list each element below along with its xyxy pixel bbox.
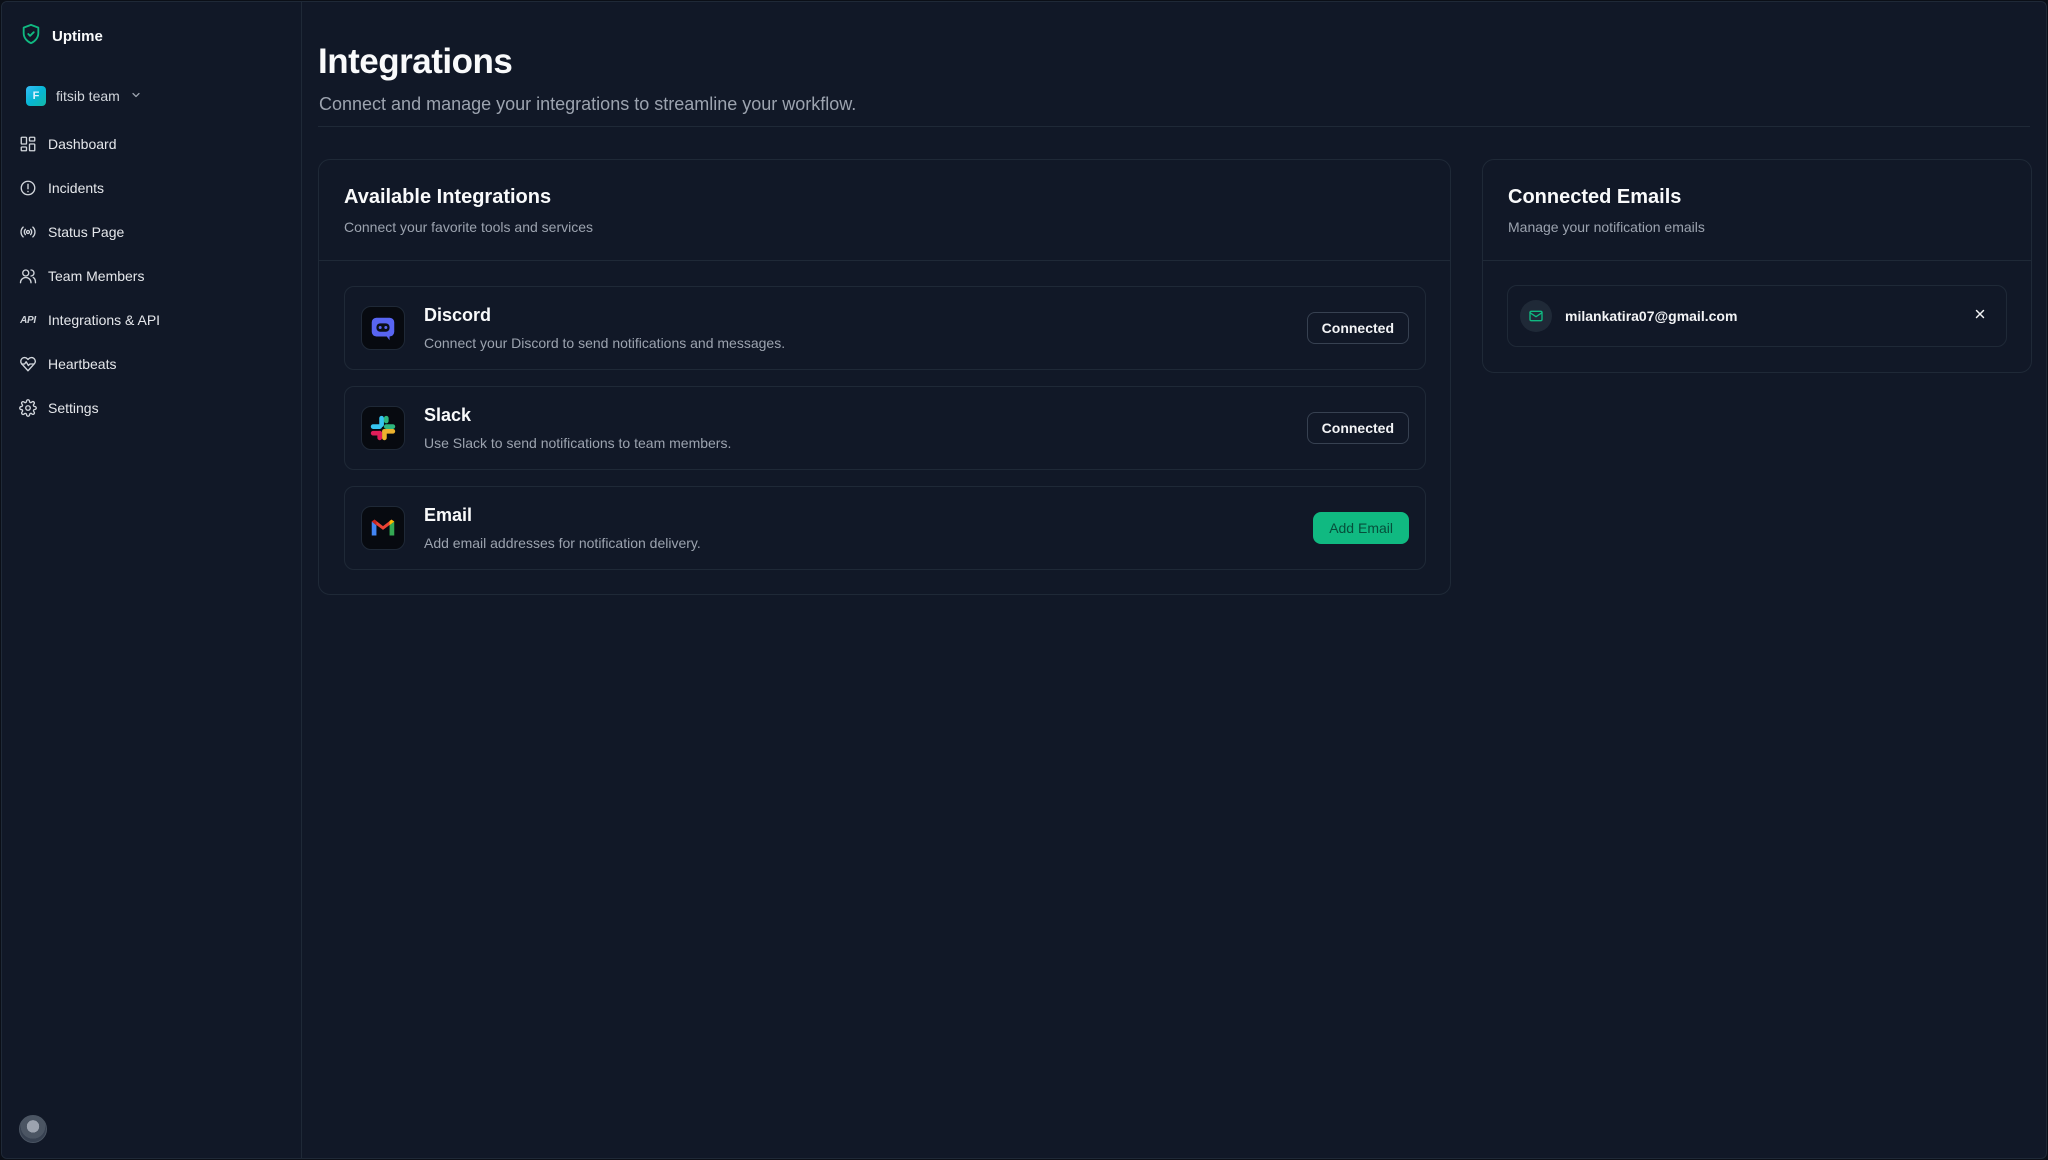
card-header: Connected Emails Manage your notificatio… <box>1483 160 2031 261</box>
sidebar-item-label: Integrations & API <box>48 312 161 328</box>
integration-name: Slack <box>424 405 472 425</box>
discord-connected-button[interactable]: Connected <box>1306 312 1409 344</box>
sidebar-item-label: Team Members <box>48 268 145 284</box>
sidebar: Uptime F fitsib team Dashboard Incidents… <box>2 2 302 1158</box>
sidebar-item-integrations[interactable]: API Integrations & API <box>18 298 288 342</box>
sidebar-item-label: Status Page <box>48 224 125 240</box>
user-avatar[interactable] <box>19 1115 47 1143</box>
team-name: fitsib team <box>56 88 120 104</box>
email-address: milankatira07@gmail.com <box>1565 308 1738 324</box>
integration-name: Discord <box>424 305 492 325</box>
card-description: Connect your favorite tools and services <box>344 219 594 235</box>
sidebar-item-heartbeats[interactable]: Heartbeats <box>18 342 288 386</box>
sidebar-item-label: Settings <box>48 400 99 416</box>
integration-email: Email Add email addresses for notificati… <box>344 486 1426 570</box>
card-title: Available Integrations <box>344 186 552 208</box>
alert-circle-icon <box>18 178 38 198</box>
available-integrations-card: Available Integrations Connect your favo… <box>318 159 1451 595</box>
card-header: Available Integrations Connect your favo… <box>319 160 1450 261</box>
main-content: Integrations Connect and manage your int… <box>302 2 2046 1158</box>
users-icon <box>18 266 38 286</box>
chevron-down-icon <box>130 88 142 104</box>
sidebar-nav: Dashboard Incidents Status Page Team Mem… <box>18 122 288 430</box>
brand[interactable]: Uptime <box>20 23 103 49</box>
remove-email-button[interactable] <box>1968 304 1992 328</box>
sidebar-item-status-page[interactable]: Status Page <box>18 210 288 254</box>
api-icon: API <box>18 310 38 330</box>
sidebar-item-settings[interactable]: Settings <box>18 386 288 430</box>
sidebar-item-label: Heartbeats <box>48 356 117 372</box>
app-name: Uptime <box>52 27 103 45</box>
discord-icon <box>361 306 405 350</box>
email-list-item: milankatira07@gmail.com <box>1507 285 2007 347</box>
dashboard-grid-icon <box>18 134 38 154</box>
integration-discord: Discord Connect your Discord to send not… <box>344 286 1426 370</box>
shield-check-icon <box>20 23 42 49</box>
team-avatar: F <box>26 86 46 106</box>
team-switcher[interactable]: F fitsib team <box>26 86 142 106</box>
sidebar-item-dashboard[interactable]: Dashboard <box>18 122 288 166</box>
card-description: Manage your notification emails <box>1508 219 1705 235</box>
sidebar-item-label: Incidents <box>48 180 105 196</box>
slack-icon <box>361 406 405 450</box>
integration-name: Email <box>424 505 473 525</box>
integration-description: Connect your Discord to send notificatio… <box>424 335 786 351</box>
mail-icon <box>1520 300 1552 332</box>
slack-connected-button[interactable]: Connected <box>1306 412 1409 444</box>
gmail-icon <box>361 506 405 550</box>
sidebar-item-label: Dashboard <box>48 136 117 152</box>
add-email-button[interactable]: Add Email <box>1313 512 1409 544</box>
page-subtitle: Connect and manage your integrations to … <box>319 94 857 114</box>
gear-icon <box>18 398 38 418</box>
api-glyph: API <box>20 314 36 326</box>
integration-description: Add email addresses for notification del… <box>424 535 701 551</box>
app-window: Uptime F fitsib team Dashboard Incidents… <box>1 1 2047 1159</box>
heart-pulse-icon <box>18 354 38 374</box>
connected-emails-card: Connected Emails Manage your notificatio… <box>1482 159 2032 373</box>
integration-description: Use Slack to send notifications to team … <box>424 435 732 451</box>
page-title: Integrations <box>318 42 513 81</box>
integration-slack: Slack Use Slack to send notifications to… <box>344 386 1426 470</box>
card-title: Connected Emails <box>1508 186 1682 208</box>
divider <box>318 126 2030 127</box>
sidebar-item-team-members[interactable]: Team Members <box>18 254 288 298</box>
broadcast-icon <box>18 222 38 242</box>
close-icon <box>1973 307 1987 326</box>
sidebar-item-incidents[interactable]: Incidents <box>18 166 288 210</box>
